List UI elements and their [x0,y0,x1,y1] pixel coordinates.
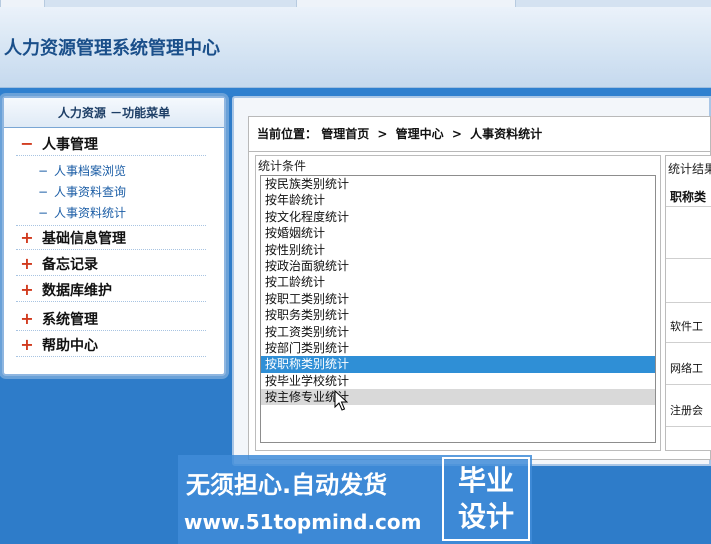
condition-option[interactable]: 按职工类别统计 [261,291,655,307]
expand-icon[interactable]: + [16,336,38,353]
tab-stub[interactable] [296,0,516,7]
menu-item-personnel-browse[interactable]: − 人事档案浏览 [38,162,126,180]
condition-option[interactable]: 按职称类别统计 [261,356,655,373]
divider [666,384,711,385]
dash-icon: − [38,185,49,199]
main-frame: 当前位置： 管理首页 > 管理中心 > 人事资料统计 统计条件 按民族类别统计按… [232,96,711,466]
conditions-listbox[interactable]: 按民族类别统计 按年龄统计 按文化程度统计 按婚姻统计 按性别统计 按政治面貌统计 按工龄统… [260,175,656,443]
expand-icon[interactable]: + [16,281,38,298]
condition-option[interactable]: 按工龄统计 [261,274,655,290]
menu-group-label[interactable]: 数据库维护 [42,280,112,300]
breadcrumb-item-home[interactable]: 管理首页 [321,127,369,141]
breadcrumb-prefix: 当前位置： [257,127,318,141]
results-title: 统计结果 [668,162,711,176]
tab-stub[interactable] [0,0,45,7]
condition-option[interactable]: 按主修专业统计 [261,389,655,406]
browser-tab-strip [0,0,711,7]
conditions-fieldset: 统计条件 按民族类别统计 按年龄统计 按文化程度统计 按婚姻统计 按性别统计 按政治面貌统… [255,155,661,451]
condition-option[interactable]: 按部门类别统计 [261,340,655,356]
menu-item-label[interactable]: 人事档案浏览 [54,164,126,178]
function-menu-panel: 人力资源 －功能菜单 − 人事管理 − 人事档案浏览 − 人事资料查询 − 人事资料统… [2,96,226,376]
divider [666,206,711,207]
menu-group-database[interactable]: + 数据库维护 [16,278,206,302]
content-panel: 当前位置： 管理首页 > 管理中心 > 人事资料统计 统计条件 按民族类别统计按… [248,116,711,460]
menu-group-memo[interactable]: + 备忘记录 [16,252,206,276]
expand-icon[interactable]: + [16,255,38,272]
dash-icon: − [38,206,49,220]
breadcrumb: 当前位置： 管理首页 > 管理中心 > 人事资料统计 [257,125,542,142]
divider [666,426,711,427]
menu-group-help[interactable]: + 帮助中心 [16,333,206,357]
menu-group-system[interactable]: + 系统管理 [16,307,206,331]
watermark-slogan: 无须担心.自动发货 [186,471,388,499]
mouse-cursor-icon [334,390,348,411]
divider [666,302,711,303]
menu-group-label[interactable]: 帮助中心 [42,335,98,355]
badge-line: 毕业 [457,464,514,497]
divider [249,151,711,152]
results-column-header: 职称类 [670,190,707,204]
watermark-badge: 毕业 设计 [442,457,530,541]
results-fieldset: 统计结果 职称类 软件工 网络工 注册会 [665,155,711,451]
conditions-title: 统计条件 [258,159,307,173]
menu-group-basic-info[interactable]: + 基础信息管理 [16,226,206,250]
condition-option[interactable]: 按民族类别统计 [261,176,655,192]
menu-item-personnel-query[interactable]: − 人事资料查询 [38,183,126,201]
menu-title: 人力资源 －功能菜单 [4,98,224,128]
breadcrumb-separator: > [377,127,388,141]
breadcrumb-item-admin[interactable]: 管理中心 [396,127,444,141]
menu-group-personnel[interactable]: − 人事管理 [16,132,206,156]
watermark-banner: 无须担心.自动发货 www.51topmind.com 毕业 设计 [178,455,532,544]
condition-option[interactable]: 按年龄统计 [261,192,655,208]
results-row: 软件工 [670,320,703,333]
collapse-icon[interactable]: − [16,135,38,152]
condition-option[interactable]: 按毕业学校统计 [261,373,655,389]
condition-option[interactable]: 按政治面貌统计 [261,258,655,274]
menu-group-label[interactable]: 人事管理 [42,134,98,154]
system-title: 人力资源管理系统管理中心 [4,38,220,59]
menu-item-label[interactable]: 人事资料统计 [54,206,126,220]
condition-option[interactable]: 按工资类别统计 [261,324,655,340]
expand-icon[interactable]: + [16,310,38,327]
menu-item-label[interactable]: 人事资料查询 [54,185,126,199]
menu-group-label[interactable]: 备忘记录 [42,254,98,274]
badge-line: 设计 [457,500,514,533]
menu-group-label[interactable]: 系统管理 [42,309,98,329]
header-band [0,88,711,96]
menu-group-label[interactable]: 基础信息管理 [42,228,126,248]
menu-item-personnel-stats[interactable]: − 人事资料统计 [38,204,126,222]
watermark-url: www.51topmind.com [184,510,422,534]
divider [666,258,711,259]
dash-icon: − [38,164,49,178]
expand-icon[interactable]: + [16,229,38,246]
divider [666,342,711,343]
condition-option[interactable]: 按职务类别统计 [261,307,655,323]
condition-option[interactable]: 按文化程度统计 [261,209,655,225]
breadcrumb-item-current: 人事资料统计 [470,127,543,141]
condition-option[interactable]: 按婚姻统计 [261,225,655,241]
results-row: 网络工 [670,362,703,375]
condition-option[interactable]: 按性别统计 [261,242,655,258]
breadcrumb-separator: > [451,127,462,141]
app-header: 人力资源管理系统管理中心 [0,0,711,88]
results-row: 注册会 [670,404,703,417]
